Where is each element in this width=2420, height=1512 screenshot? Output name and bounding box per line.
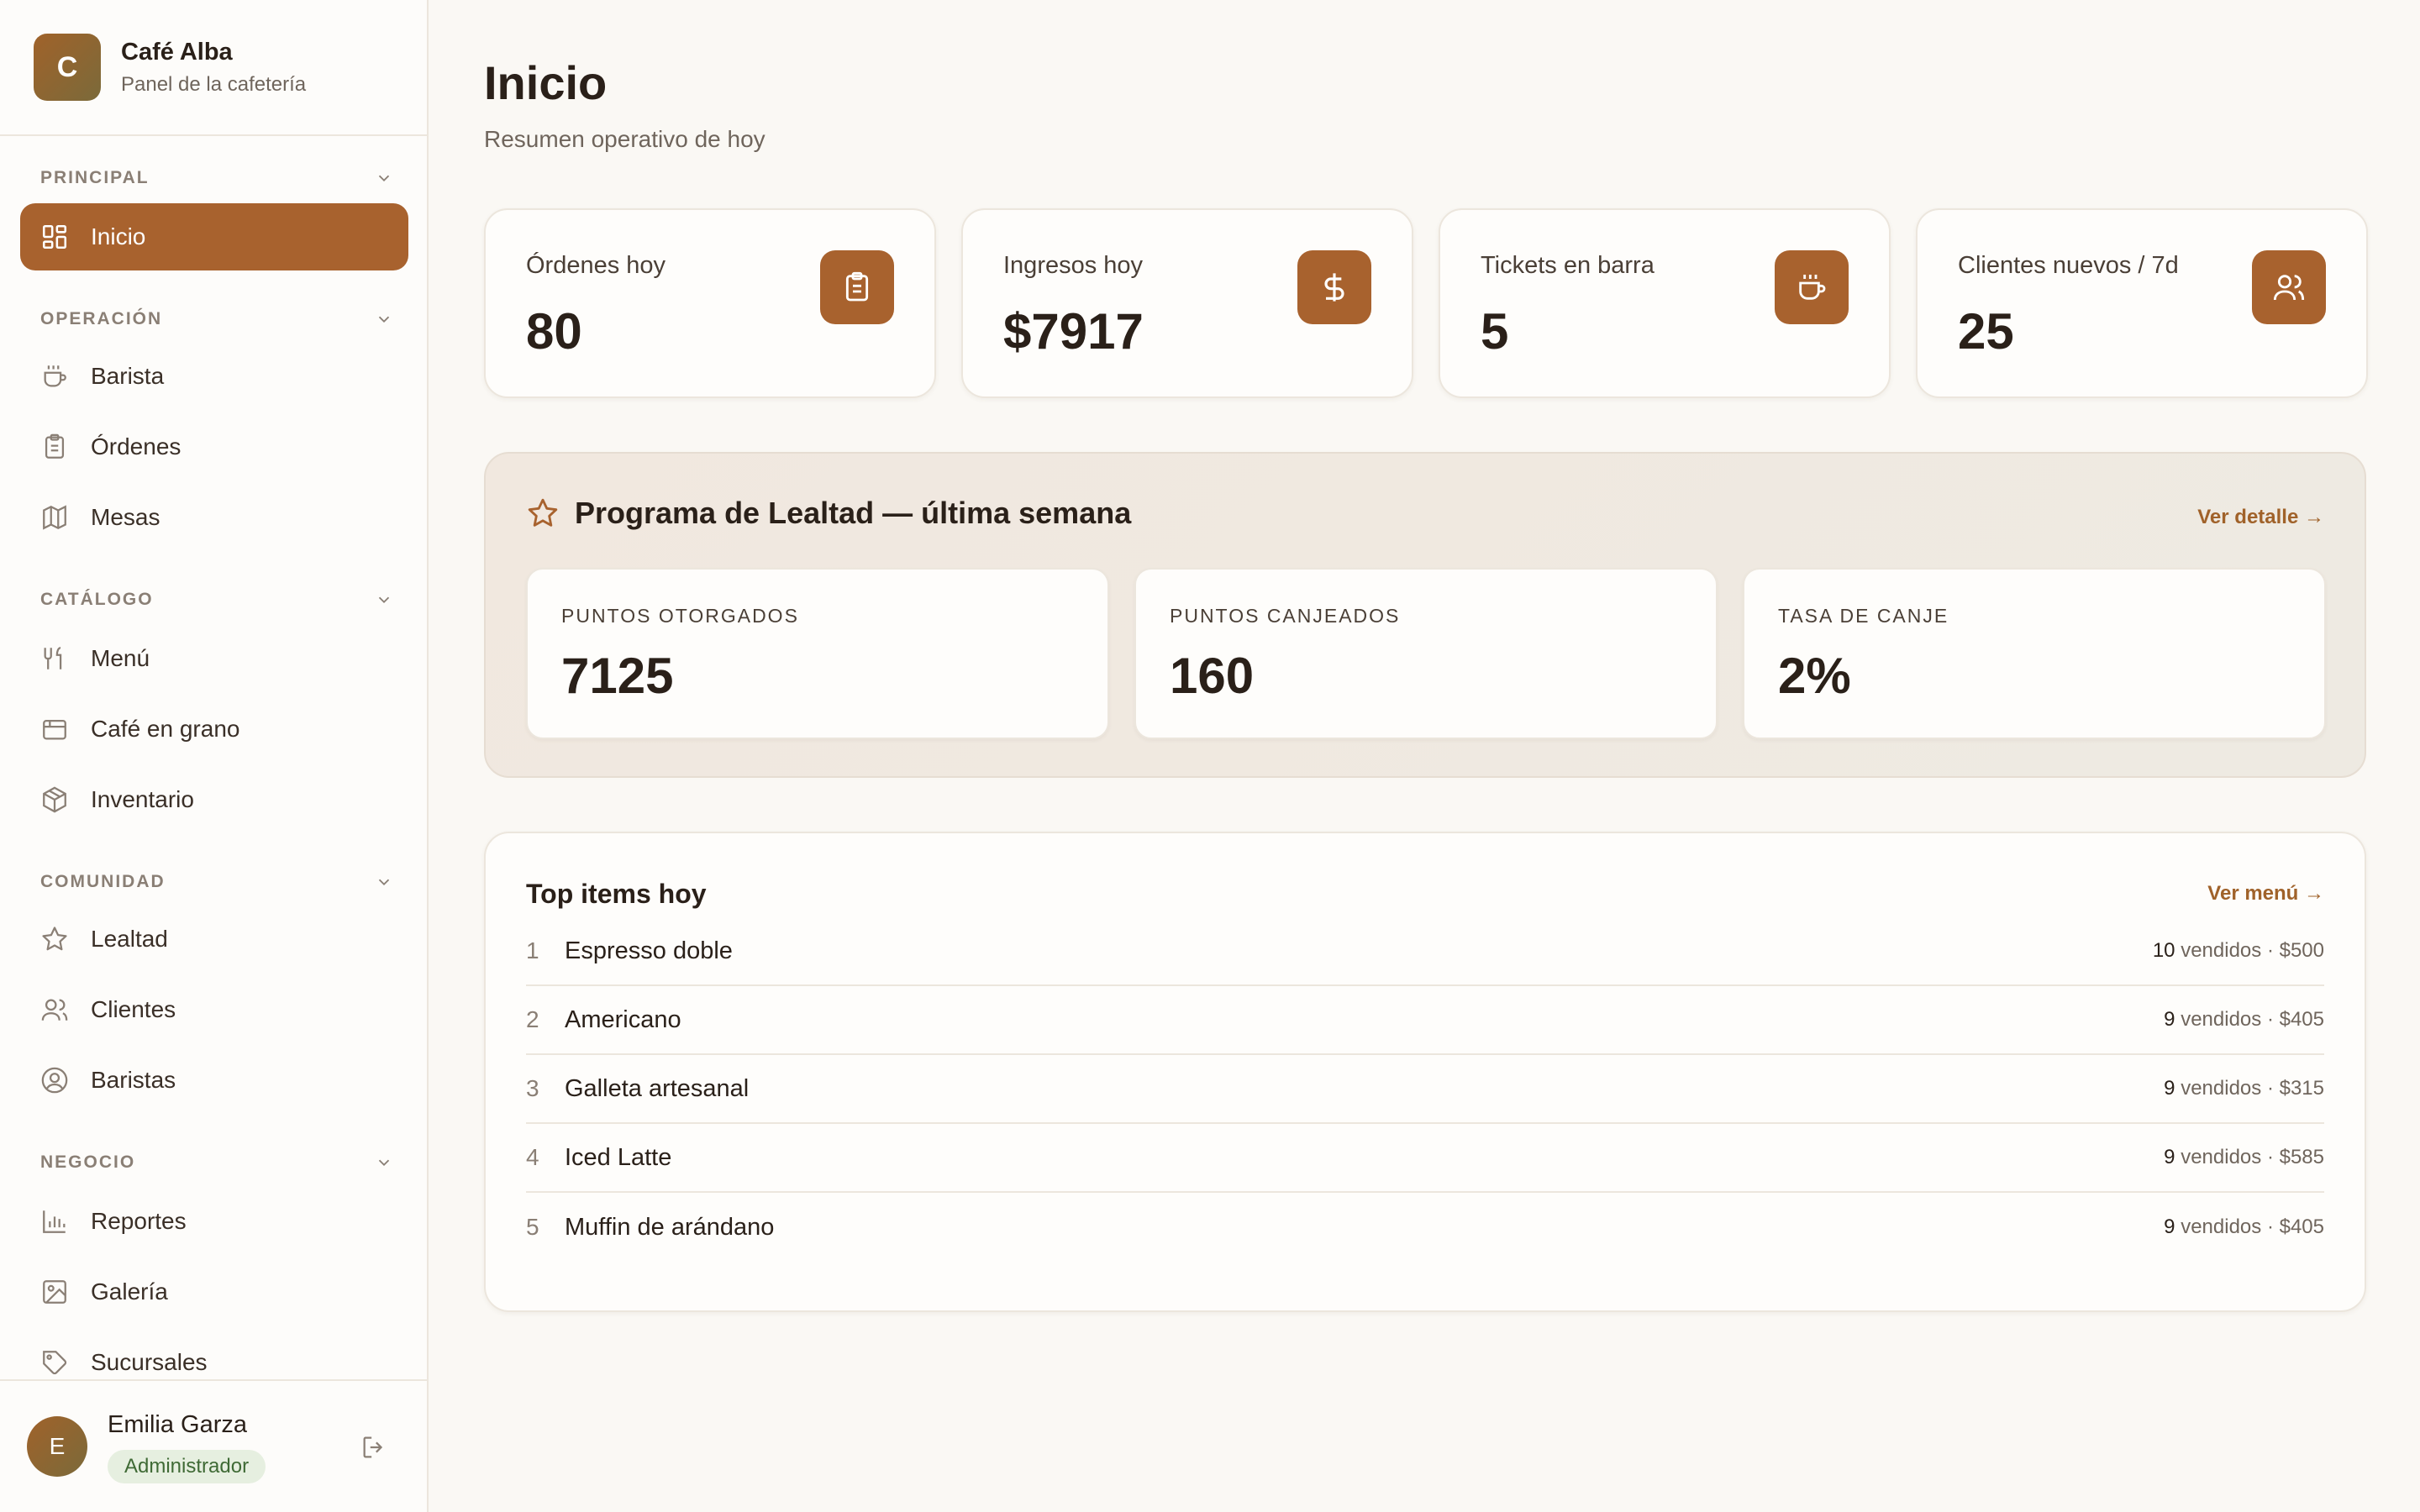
stat-card-clientes[interactable]: Clientes nuevos / 7d 25	[1916, 208, 2368, 398]
stat-label: Ingresos hoy	[1003, 252, 1144, 279]
item-stats: 9 vendidos · $405	[2164, 1215, 2324, 1238]
stat-value: 5	[1481, 303, 1509, 360]
metric-label: TASA DE CANJE	[1778, 605, 1949, 627]
item-stats: 9 vendidos · $405	[2164, 1008, 2324, 1031]
sidebar-item-barista[interactable]: Barista	[20, 343, 408, 410]
metric-card-canjeados: PUNTOS CANJEADOS 160	[1134, 568, 1718, 739]
stat-value: 80	[526, 303, 582, 360]
section-operacion[interactable]: OPERACIÓN	[40, 302, 393, 336]
item-rank: 2	[526, 1006, 539, 1032]
item-name: Americano	[565, 1005, 681, 1033]
package-icon	[40, 715, 69, 743]
box-icon	[40, 785, 69, 814]
item-rank: 5	[526, 1214, 539, 1240]
user-name: Emilia Garza	[108, 1411, 247, 1438]
brand-logo: C	[34, 34, 101, 101]
item-rank: 4	[526, 1144, 539, 1170]
page-title: Inicio	[484, 56, 608, 109]
table-row[interactable]: 5 Muffin de arándano 9 vendidos · $405	[526, 1193, 2324, 1262]
sidebar-item-baristas[interactable]: Baristas	[20, 1047, 408, 1114]
dashboard-icon	[40, 223, 69, 251]
metric-value: 2%	[1778, 648, 1851, 704]
item-stats: 10 vendidos · $500	[2152, 939, 2324, 962]
chevron-down-icon	[378, 1159, 390, 1167]
metric-value: 7125	[561, 648, 674, 704]
stat-card-ordenes[interactable]: Órdenes hoy 80	[484, 208, 936, 398]
chevron-down-icon	[378, 879, 390, 886]
stat-card-ingresos[interactable]: Ingresos hoy $7917	[961, 208, 1413, 398]
sidebar-item-lealtad[interactable]: Lealtad	[20, 906, 408, 973]
section-negocio[interactable]: NEGOCIO	[40, 1146, 393, 1179]
clipboard-icon	[40, 433, 69, 461]
brand-header: C Café Alba Panel de la cafetería	[0, 0, 427, 136]
sidebar-item-clientes[interactable]: Clientes	[20, 976, 408, 1043]
coffee-cup-icon	[40, 362, 69, 391]
metric-card-tasa: TASA DE CANJE 2%	[1743, 568, 2326, 739]
user-footer: E Emilia Garza Administrador	[0, 1379, 427, 1512]
dollar-icon	[1297, 250, 1371, 324]
item-name: Iced Latte	[565, 1143, 672, 1171]
sidebar-item-cafe-en-grano[interactable]: Café en grano	[20, 696, 408, 763]
user-circle-icon	[40, 1066, 69, 1095]
coffee-cup-icon	[1775, 250, 1849, 324]
table-row[interactable]: 3 Galleta artesanal 9 vendidos · $315	[526, 1055, 2324, 1124]
sidebar-item-reportes[interactable]: Reportes	[20, 1188, 408, 1255]
sidebar-item-ordenes[interactable]: Órdenes	[20, 413, 408, 480]
item-stats: 9 vendidos · $585	[2164, 1146, 2324, 1168]
metric-value: 160	[1170, 648, 1255, 704]
metric-label: PUNTOS OTORGADOS	[561, 605, 799, 627]
item-name: Muffin de arándano	[565, 1213, 775, 1241]
image-icon	[40, 1278, 69, 1306]
top-items-panel: Top items hoy Ver menú → 1 Espresso dobl…	[484, 832, 2366, 1312]
table-row[interactable]: 4 Iced Latte 9 vendidos · $585	[526, 1124, 2324, 1193]
section-principal[interactable]: PRINCIPAL	[40, 161, 393, 195]
page-subtitle: Resumen operativo de hoy	[484, 126, 765, 152]
star-icon	[528, 498, 558, 527]
bar-chart-icon	[40, 1207, 69, 1236]
ver-menu-link[interactable]: Ver menú →	[2207, 882, 2324, 906]
stat-label: Órdenes hoy	[526, 252, 666, 279]
users-icon	[2252, 250, 2326, 324]
stat-card-tickets[interactable]: Tickets en barra 5	[1439, 208, 1891, 398]
sidebar-item-inventario[interactable]: Inventario	[20, 766, 408, 833]
section-catalogo[interactable]: CATÁLOGO	[40, 583, 393, 617]
item-rank: 1	[526, 937, 539, 963]
item-name: Galleta artesanal	[565, 1074, 750, 1102]
utensils-icon	[40, 644, 69, 673]
sidebar-item-galeria[interactable]: Galería	[20, 1258, 408, 1326]
tag-icon	[40, 1348, 69, 1377]
stat-value: $7917	[1003, 303, 1144, 360]
section-comunidad[interactable]: COMUNIDAD	[40, 865, 393, 899]
stat-label: Tickets en barra	[1481, 252, 1655, 279]
sidebar-item-menu[interactable]: Menú	[20, 625, 408, 692]
map-icon	[40, 503, 69, 532]
sidebar-item-inicio[interactable]: Inicio	[20, 203, 408, 270]
table-row[interactable]: 2 Americano 9 vendidos · $405	[526, 986, 2324, 1055]
avatar[interactable]: E	[27, 1416, 87, 1477]
top-items-title: Top items hoy	[526, 879, 707, 909]
stat-label: Clientes nuevos / 7d	[1958, 252, 2179, 279]
ver-detalle-link[interactable]: Ver detalle →	[2197, 506, 2324, 529]
item-rank: 3	[526, 1075, 539, 1101]
loyalty-panel: Programa de Lealtad — última semana Ver …	[484, 452, 2366, 778]
sidebar-item-mesas[interactable]: Mesas	[20, 484, 408, 551]
loyalty-title: Programa de Lealtad — última semana	[526, 496, 1131, 531]
brand-subtitle: Panel de la cafetería	[121, 72, 307, 96]
star-icon	[40, 925, 69, 953]
item-name: Espresso doble	[565, 937, 733, 964]
table-row[interactable]: 1 Espresso doble 10 vendidos · $500	[526, 917, 2324, 986]
metric-label: PUNTOS CANJEADOS	[1170, 605, 1401, 627]
brand-name: Café Alba	[121, 38, 233, 66]
sidebar: C Café Alba Panel de la cafetería PRINCI…	[0, 0, 429, 1512]
chevron-down-icon	[378, 596, 390, 604]
role-badge: Administrador	[108, 1450, 266, 1483]
stat-value: 25	[1958, 303, 2014, 360]
chevron-down-icon	[378, 175, 390, 182]
clipboard-icon	[820, 250, 894, 324]
item-stats: 9 vendidos · $315	[2164, 1077, 2324, 1100]
chevron-down-icon	[378, 316, 390, 323]
users-icon	[40, 995, 69, 1024]
metric-card-otorgados: PUNTOS OTORGADOS 7125	[526, 568, 1109, 739]
logout-icon[interactable]	[360, 1433, 388, 1462]
